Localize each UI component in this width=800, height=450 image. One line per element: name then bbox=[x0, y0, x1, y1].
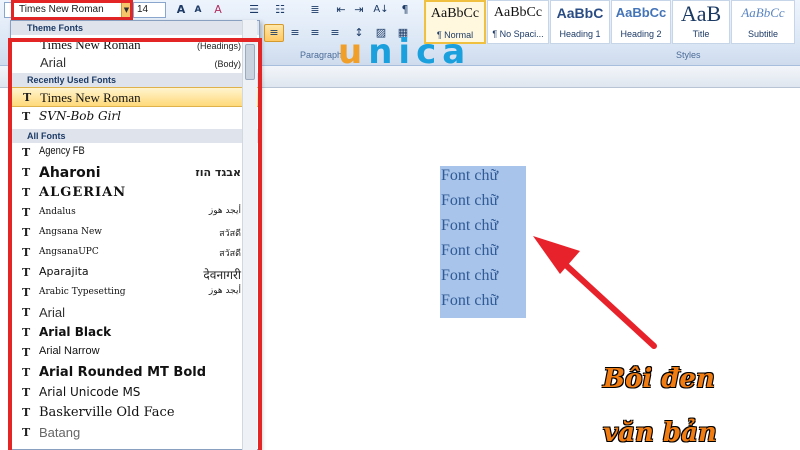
style-sample: AaBbCc bbox=[430, 6, 480, 21]
font-size-combobox[interactable]: 14 bbox=[133, 2, 166, 18]
style-sample: AaBbCc bbox=[615, 5, 667, 20]
logo-letter-u: u bbox=[338, 32, 369, 72]
style-sample: AaBbCc bbox=[741, 5, 785, 20]
style-label: Heading 1 bbox=[559, 29, 601, 39]
document-text-line[interactable]: Font chữ bbox=[441, 167, 498, 185]
document-text-line[interactable]: Font chữ bbox=[441, 292, 498, 310]
theme-fonts-header: Theme Fonts bbox=[11, 21, 259, 35]
bullets-button[interactable]: ☰ bbox=[244, 1, 264, 19]
sort-button[interactable]: A↓ bbox=[370, 1, 392, 19]
document-text-line[interactable]: Font chữ bbox=[441, 267, 498, 285]
align-right-button[interactable]: ≡ bbox=[306, 24, 324, 42]
annotation-line-1: Bôi đen bbox=[603, 364, 715, 394]
style-heading-1[interactable]: AaBbC Heading 1 bbox=[550, 0, 610, 44]
align-center-button[interactable]: ≡ bbox=[286, 24, 304, 42]
shrink-font-button[interactable]: A bbox=[190, 1, 206, 19]
logo-letters: nica bbox=[368, 32, 472, 72]
red-arrow-icon bbox=[533, 236, 657, 349]
document-text-line[interactable]: Font chữ bbox=[441, 217, 498, 235]
align-left-button[interactable]: ≡ bbox=[264, 24, 284, 42]
style-label: ¶ No Spaci... bbox=[492, 29, 544, 39]
font-name-highlight-box bbox=[11, 0, 133, 20]
annotation-line-2: văn bản bbox=[603, 418, 717, 448]
style-subtitle[interactable]: AaBbCc Subtitle bbox=[731, 0, 795, 44]
paragraph-group-label: Paragraph bbox=[300, 50, 343, 60]
style-sample: AaB bbox=[680, 1, 722, 26]
styles-group-label: Styles bbox=[676, 50, 701, 60]
increase-indent-button[interactable]: ⇥ bbox=[350, 1, 368, 19]
numbering-button[interactable]: ☷ bbox=[270, 1, 290, 19]
style-heading-2[interactable]: AaBbCc Heading 2 bbox=[611, 0, 671, 44]
decrease-indent-button[interactable]: ⇤ bbox=[332, 1, 350, 19]
document-text-line[interactable]: Font chữ bbox=[441, 242, 498, 260]
style-label: Title bbox=[692, 29, 710, 39]
style-no-spacing[interactable]: AaBbCc ¶ No Spaci... bbox=[487, 0, 549, 44]
unica-logo: unica bbox=[338, 32, 471, 72]
style-sample: AaBbC bbox=[556, 5, 604, 21]
document-text-line[interactable]: Font chữ bbox=[441, 192, 498, 210]
grow-font-button[interactable]: A bbox=[172, 1, 190, 19]
style-label: Subtitle bbox=[747, 29, 779, 39]
show-formatting-button[interactable]: ¶ bbox=[396, 1, 414, 19]
style-sample: AaBbCc bbox=[493, 5, 543, 20]
clear-format-button[interactable]: A bbox=[208, 1, 228, 19]
style-title[interactable]: AaB Title bbox=[672, 0, 730, 44]
style-label: Heading 2 bbox=[620, 29, 662, 39]
font-list-highlight-box bbox=[8, 38, 262, 450]
multilevel-list-button[interactable]: ≣ bbox=[304, 1, 326, 19]
